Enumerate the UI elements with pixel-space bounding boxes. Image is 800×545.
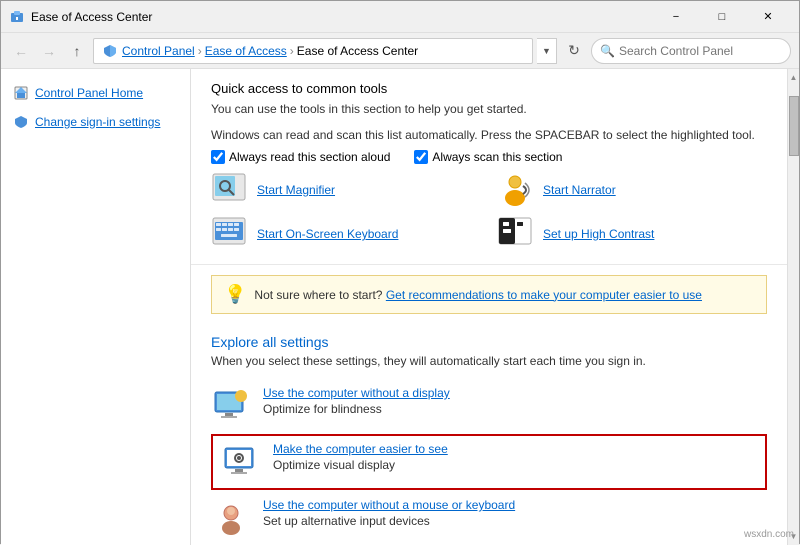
no-mouse-subdesc: Set up alternative input devices (263, 514, 430, 528)
scroll-thumb-area (788, 86, 800, 528)
address-path[interactable]: Control Panel › Ease of Access › Ease of… (93, 38, 533, 64)
search-input[interactable] (619, 44, 782, 58)
no-mouse-icon (211, 498, 251, 538)
breadcrumb-control-panel[interactable]: Control Panel (122, 44, 195, 58)
sidebar-home-label: Control Panel Home (35, 85, 143, 102)
contrast-label: Set up High Contrast (543, 227, 654, 241)
up-button[interactable]: ↑ (65, 39, 89, 63)
checkbox-row: Always read this section aloud Always sc… (211, 150, 767, 164)
checkbox-scan-input[interactable] (414, 150, 428, 164)
no-mouse-link[interactable]: Use the computer without a mouse or keyb… (263, 498, 767, 512)
no-display-link[interactable]: Use the computer without a display (263, 386, 767, 400)
checkbox-read-aloud[interactable]: Always read this section aloud (211, 150, 390, 164)
forward-button[interactable]: → (37, 39, 61, 63)
checkbox-read-aloud-input[interactable] (211, 150, 225, 164)
easier-to-see-icon (221, 442, 261, 482)
contrast-icon (497, 216, 533, 252)
address-bar: ← → ↑ Control Panel › Ease of Access › E… (1, 33, 799, 69)
sidebar-item-signin[interactable]: Change sign-in settings (1, 110, 190, 135)
refresh-button[interactable]: ↻ (561, 38, 587, 64)
no-display-text: Use the computer without a display Optim… (263, 386, 767, 416)
quick-access-section: Quick access to common tools You can use… (191, 69, 787, 265)
checkbox-read-aloud-label: Always read this section aloud (229, 150, 390, 164)
tip-text: Not sure where to start? Get recommendat… (254, 288, 702, 302)
keyboard-label: Start On-Screen Keyboard (257, 227, 398, 241)
tip-text-static: Not sure where to start? (254, 288, 382, 302)
tip-icon: 💡 (224, 284, 246, 305)
signin-icon (13, 114, 29, 130)
tool-magnifier[interactable]: Start Magnifier (211, 172, 481, 208)
magnifier-icon (211, 172, 247, 208)
narrator-label: Start Narrator (543, 183, 616, 197)
breadcrumb-center: Ease of Access Center (297, 44, 418, 58)
tool-narrator[interactable]: Start Narrator (497, 172, 767, 208)
magnifier-label: Start Magnifier (257, 183, 335, 197)
easier-to-see-link[interactable]: Make the computer easier to see (273, 442, 757, 456)
easier-to-see-text: Make the computer easier to see Optimize… (273, 442, 757, 472)
sidebar: Control Panel Home Change sign-in settin… (1, 69, 191, 545)
explore-section: Explore all settings When you select the… (191, 324, 787, 545)
search-box[interactable]: 🔍 (591, 38, 791, 64)
scrollbar[interactable]: ▲ ▼ (787, 69, 799, 545)
scroll-thumb[interactable] (789, 96, 799, 156)
no-display-icon (211, 386, 251, 426)
no-mouse-text: Use the computer without a mouse or keyb… (263, 498, 767, 528)
search-icon: 🔍 (600, 44, 615, 58)
main-layout: Control Panel Home Change sign-in settin… (1, 69, 799, 545)
quick-access-desc2: Windows can read and scan this list auto… (211, 126, 767, 144)
scroll-up-arrow[interactable]: ▲ (788, 69, 800, 86)
setting-easier-to-see: Make the computer easier to see Optimize… (211, 434, 767, 490)
tool-keyboard[interactable]: Start On-Screen Keyboard (211, 216, 481, 252)
setting-no-mouse: Use the computer without a mouse or keyb… (211, 492, 767, 544)
tools-grid: Start Magnifier Start Narrator (211, 172, 767, 252)
content-area: Quick access to common tools You can use… (191, 69, 787, 545)
breadcrumb-sep-1: › (198, 44, 202, 58)
close-button[interactable]: ✕ (745, 1, 791, 33)
back-button[interactable]: ← (9, 39, 33, 63)
shield-icon (102, 43, 118, 59)
sidebar-item-home[interactable]: Control Panel Home (1, 81, 190, 106)
quick-access-desc1: You can use the tools in this section to… (211, 100, 767, 118)
window-controls: − □ ✕ (653, 1, 791, 33)
quick-access-title: Quick access to common tools (211, 81, 767, 96)
setting-no-display: Use the computer without a display Optim… (211, 380, 767, 432)
narrator-icon (497, 172, 533, 208)
watermark: wsxdn.com (744, 529, 794, 540)
address-dropdown[interactable]: ▼ (537, 38, 557, 64)
explore-title[interactable]: Explore all settings (211, 334, 767, 350)
home-icon (13, 85, 29, 101)
tool-contrast[interactable]: Set up High Contrast (497, 216, 767, 252)
title-bar: Ease of Access Center − □ ✕ (1, 1, 799, 33)
breadcrumb-sep-2: › (290, 44, 294, 58)
tip-banner: 💡 Not sure where to start? Get recommend… (211, 275, 767, 314)
easier-to-see-subdesc: Optimize visual display (273, 458, 395, 472)
sidebar-signin-label: Change sign-in settings (35, 114, 160, 131)
breadcrumb-ease-of-access[interactable]: Ease of Access (205, 44, 287, 58)
maximize-button[interactable]: □ (699, 1, 745, 33)
checkbox-scan-label: Always scan this section (432, 150, 562, 164)
minimize-button[interactable]: − (653, 1, 699, 33)
explore-desc: When you select these settings, they wil… (211, 354, 767, 368)
window-icon (9, 9, 25, 25)
tip-link[interactable]: Get recommendations to make your compute… (386, 288, 702, 302)
checkbox-scan[interactable]: Always scan this section (414, 150, 562, 164)
no-display-subdesc: Optimize for blindness (263, 402, 382, 416)
window-title: Ease of Access Center (31, 10, 653, 24)
keyboard-icon (211, 216, 247, 252)
